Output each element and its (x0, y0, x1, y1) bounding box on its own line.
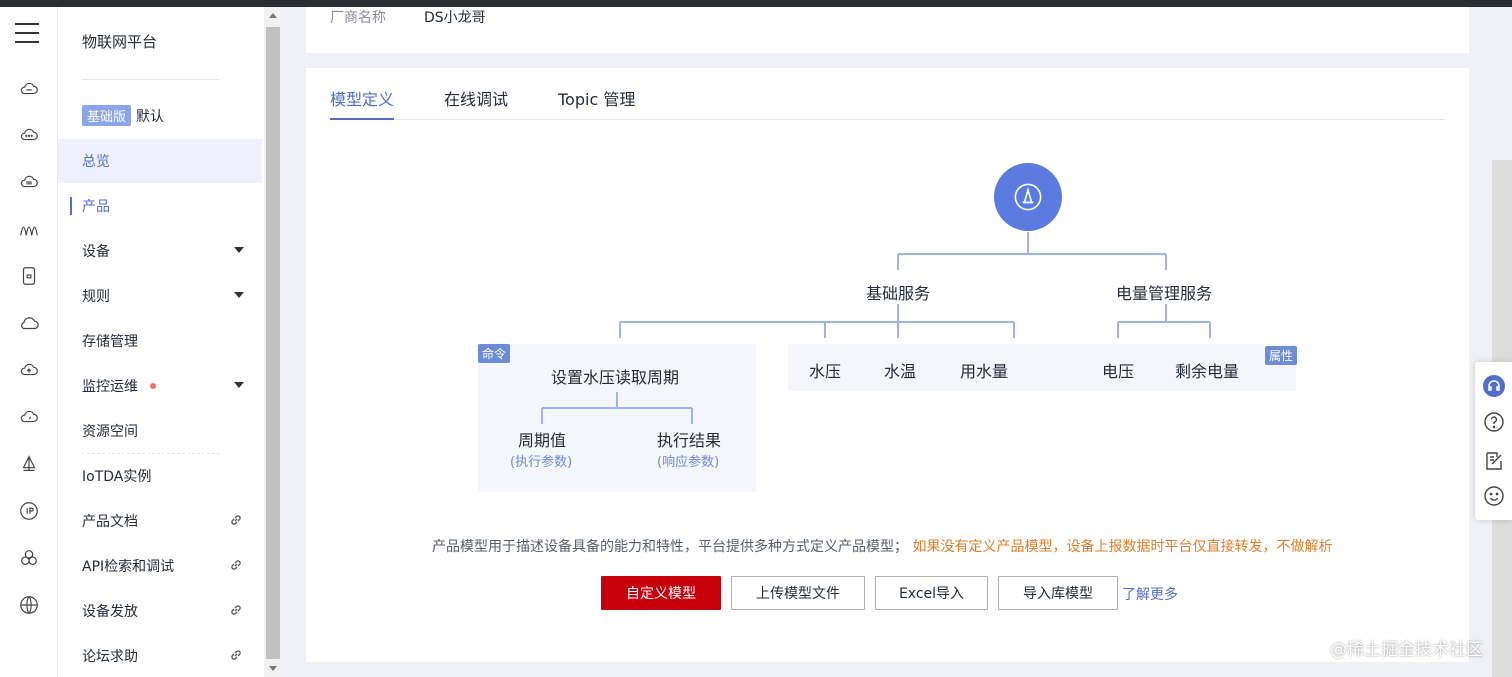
sidebar-item-label: 设备 (82, 244, 110, 260)
param-note: (响应参数) (657, 455, 720, 470)
scroll-up-icon[interactable] (269, 13, 277, 18)
caret-down-icon (234, 292, 244, 298)
cloud-dots-icon[interactable] (17, 123, 41, 147)
sidebar-item-label: 总览 (82, 154, 110, 170)
edition-badge: 基础版 (82, 105, 132, 126)
scroll-down-icon[interactable] (269, 666, 277, 671)
excel-import-button[interactable]: Excel导入 (875, 576, 988, 610)
warning-text: 如果没有定义产品模型，设备上报数据时平台仅直接转发，不做解析 (912, 539, 1333, 555)
cluster-icon[interactable] (17, 546, 41, 570)
help-icon[interactable] (1482, 410, 1506, 434)
command-name: 设置水压读取周期 (551, 368, 680, 387)
property-tag: 属性 (1265, 346, 1298, 365)
import-library-model-button[interactable]: 导入库模型 (998, 576, 1118, 610)
active-indicator (70, 197, 72, 215)
phone-icon[interactable] (17, 264, 41, 288)
globe-icon[interactable] (17, 593, 41, 617)
cloud-list-icon[interactable] (17, 170, 41, 194)
signal-icon[interactable] (17, 217, 41, 241)
sidebar-item-label: 规则 (82, 289, 110, 305)
product-info-card: 厂商名称 DS小龙哥 (306, 7, 1469, 53)
cloud-icon[interactable] (17, 311, 41, 335)
sidebar-item-monitoring[interactable]: 监控运维 (58, 364, 262, 408)
property-item: 水温 (884, 362, 917, 381)
sidebar-item-label: 存储管理 (82, 334, 138, 350)
customer-service-icon[interactable] (1482, 374, 1506, 398)
cloud-upload-icon[interactable] (17, 358, 41, 382)
ip-icon[interactable] (17, 499, 41, 523)
sidebar-item-label: 论坛求助 (82, 649, 138, 665)
sidebar-item-forum[interactable]: 论坛求助 (58, 634, 262, 677)
sidebar-item-label: 资源空间 (82, 424, 138, 440)
vendor-value: DS小龙哥 (424, 10, 486, 26)
sidebar-item-product-docs[interactable]: 产品文档 (58, 499, 262, 543)
learn-more-link[interactable]: 了解更多 (1122, 584, 1178, 604)
sidebar-item-device-provisioning[interactable]: 设备发放 (58, 589, 262, 633)
sidebar-title: 物联网平台 (82, 33, 158, 51)
sidebar-item-overview[interactable]: 总览 (58, 139, 262, 183)
sidebar-item-resource-space[interactable]: 资源空间 (58, 409, 262, 453)
notification-dot (150, 383, 156, 389)
divider (82, 79, 220, 80)
sidebar-item-label: 产品 (82, 199, 110, 215)
scrollbar-thumb[interactable] (266, 27, 280, 659)
sidebar-item-label: 监控运维 (82, 379, 138, 395)
floating-toolbar (1475, 362, 1512, 520)
property-item: 用水量 (960, 362, 1009, 381)
sidebar-item-devices[interactable]: 设备 (58, 229, 262, 273)
edition-selector[interactable]: 基础版 默认 (82, 105, 164, 126)
sidebar-item-label: IoTDA实例 (82, 469, 152, 485)
description-text: 产品模型用于描述设备具备的能力和特性，平台提供多种方式定义产品模型； (432, 539, 908, 555)
compass-icon (1014, 183, 1042, 211)
sidebar: 物联网平台 基础版 默认 总览 产品 设备 规则 存储管理 监控运维 资源空间 … (58, 7, 264, 677)
property-item: 电压 (1102, 362, 1135, 381)
feedback-edit-icon[interactable] (1482, 449, 1506, 473)
link-icon (231, 560, 241, 570)
edition-name: 默认 (136, 108, 165, 125)
sidebar-scrollbar[interactable] (264, 7, 282, 677)
sidebar-item-label: 设备发放 (82, 604, 138, 620)
cloud-gauge-icon[interactable] (17, 405, 41, 429)
model-description: 产品模型用于描述设备具备的能力和特性，平台提供多种方式定义产品模型； 如果没有定… (432, 536, 1332, 556)
command-tag: 命令 (478, 344, 511, 363)
sidebar-item-label: API检索和调试 (82, 559, 175, 575)
param-note: (执行参数) (510, 455, 573, 470)
window-top-bar (0, 0, 1512, 7)
service-basic: 基础服务 (866, 284, 931, 303)
property-item: 剩余电量 (1175, 362, 1240, 381)
model-definition-card: 模型定义 在线调试 Topic 管理 基础服务 电量管理服务 命令 属性 设置水… (306, 68, 1469, 662)
param-name: 执行结果 (657, 431, 722, 450)
sidebar-item-label: 产品文档 (82, 514, 138, 530)
custom-model-button[interactable]: 自定义模型 (601, 576, 721, 610)
smile-icon[interactable] (1482, 484, 1506, 508)
param-name: 周期值 (518, 431, 567, 450)
caret-down-icon (234, 247, 244, 253)
menu-icon[interactable] (15, 23, 39, 43)
link-icon (231, 650, 241, 660)
product-root-node (994, 163, 1062, 231)
sidebar-item-products[interactable]: 产品 (58, 184, 262, 228)
sidebar-item-iotda-instance[interactable]: IoTDA实例 (58, 454, 262, 498)
sidebar-item-storage[interactable]: 存储管理 (58, 319, 262, 363)
link-icon (231, 515, 241, 525)
caret-down-icon (234, 382, 244, 388)
cloud-chat-icon[interactable] (17, 77, 41, 101)
watermark: @稀土掘金技术社区 (1330, 640, 1483, 660)
upload-model-button[interactable]: 上传模型文件 (731, 576, 865, 610)
sidebar-item-api-explorer[interactable]: API检索和调试 (58, 544, 262, 588)
service-power: 电量管理服务 (1116, 284, 1213, 303)
vendor-label: 厂商名称 (330, 10, 386, 26)
product-model-diagram: 基础服务 电量管理服务 命令 属性 设置水压读取周期 周期值 (执行参数) 执行… (306, 68, 1469, 662)
sidebar-item-rules[interactable]: 规则 (58, 274, 262, 318)
property-item: 水压 (809, 362, 842, 381)
service-icon-rail (0, 7, 58, 677)
link-icon (231, 605, 241, 615)
sail-icon[interactable] (17, 452, 41, 476)
